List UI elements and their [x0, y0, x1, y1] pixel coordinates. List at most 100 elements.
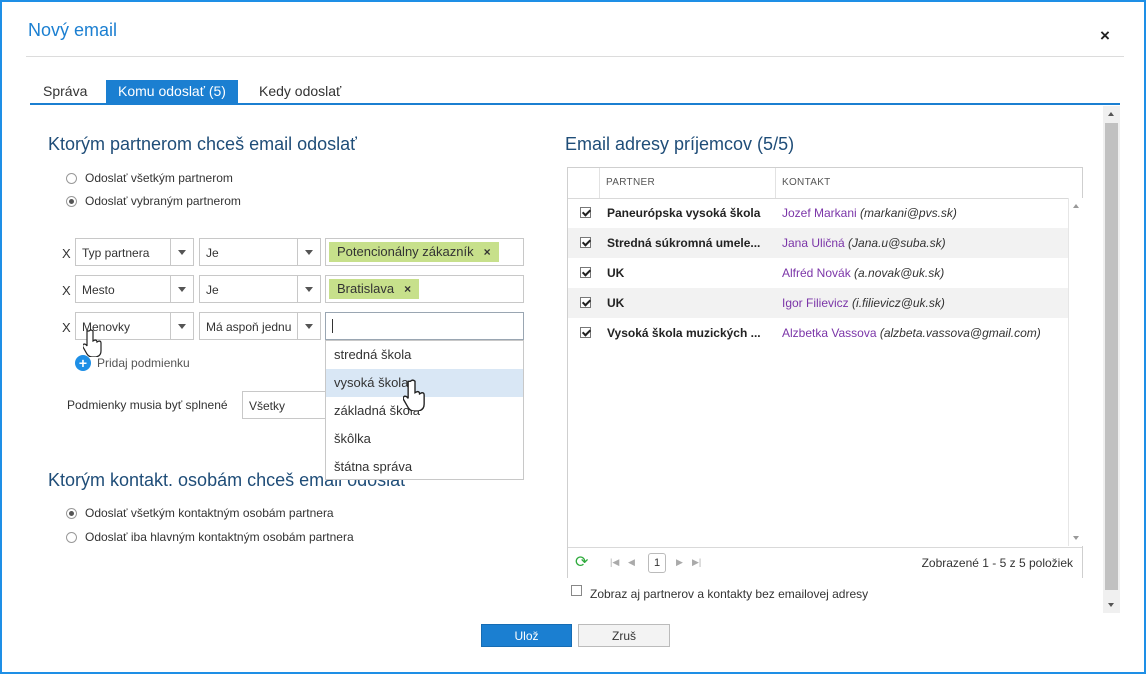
remove-condition-button[interactable]: X: [62, 246, 71, 261]
tab-bar: Správa Komu odoslať (5) Kedy odoslať: [30, 80, 1120, 105]
refresh-icon[interactable]: ⟳: [575, 555, 588, 571]
condition-field-select[interactable]: Mesto: [75, 275, 194, 303]
last-page-icon[interactable]: ▶|: [692, 557, 701, 568]
condition-field-select[interactable]: Typ partnera: [75, 238, 194, 266]
close-icon[interactable]: ×: [1100, 26, 1110, 46]
save-button[interactable]: Ulož: [481, 624, 572, 647]
row-checkbox[interactable]: [580, 297, 591, 308]
show-without-email-checkbox[interactable]: [571, 585, 582, 596]
table-row[interactable]: Vysoká škola muzických ... Alzbetka Vass…: [568, 318, 1068, 348]
radio-label: Odoslať iba hlavným kontaktným osobám pa…: [85, 530, 354, 544]
cancel-button[interactable]: Zruš: [578, 624, 670, 647]
tab-komu-odoslat[interactable]: Komu odoslať (5): [106, 80, 238, 103]
condition-values-input[interactable]: [325, 312, 524, 340]
next-page-icon[interactable]: ▶: [676, 557, 683, 568]
table-row[interactable]: UK Alfréd Novák (a.novak@uk.sk): [568, 258, 1068, 288]
radio-label: Odoslať vybraným partnerom: [85, 194, 241, 208]
tag-remove-icon[interactable]: ×: [484, 245, 491, 259]
scroll-up-icon[interactable]: [1073, 204, 1079, 208]
text-caret: [332, 319, 333, 333]
page-number[interactable]: 1: [648, 553, 666, 573]
contact-name[interactable]: Igor Filievicz: [782, 296, 849, 310]
dialog-scrollbar[interactable]: [1103, 106, 1120, 613]
row-checkbox[interactable]: [580, 327, 591, 338]
partner-name: Vysoká škola muzických ...: [607, 326, 761, 340]
contact-email: (Jana.u@suba.sk): [848, 236, 946, 250]
table-row[interactable]: Stredná súkromná umele... Jana Uličná (J…: [568, 228, 1068, 258]
contact-name[interactable]: Jozef Markani: [782, 206, 857, 220]
dropdown-option[interactable]: štátna správa: [326, 453, 523, 481]
select-value: Typ partnera: [82, 246, 150, 260]
chevron-down-icon: [170, 313, 193, 339]
select-value: Je: [206, 283, 219, 297]
chevron-down-icon: [297, 239, 320, 265]
tag-label: Potencionálny zákazník: [337, 244, 474, 259]
add-condition-label: Pridaj podmienku: [97, 356, 190, 370]
add-condition-button[interactable]: + Pridaj podmienku: [75, 355, 190, 371]
remove-condition-button[interactable]: X: [62, 283, 71, 298]
dialog-title: Nový email: [28, 20, 118, 40]
tab-sprava[interactable]: Správa: [43, 80, 87, 103]
contact-cell: Igor Filievicz (i.filievicz@uk.sk): [782, 296, 945, 310]
first-page-icon[interactable]: |◀: [610, 557, 619, 568]
hand-pointer-icon: [403, 379, 425, 411]
tag-remove-icon[interactable]: ×: [404, 282, 411, 296]
table-row[interactable]: Paneurópska vysoká škola Jozef Markani (…: [568, 198, 1068, 228]
radio-label: Odoslať všetkým partnerom: [85, 171, 233, 185]
column-header-contact[interactable]: KONTAKT: [775, 168, 1081, 198]
dropdown-option[interactable]: stredná škola: [326, 341, 523, 369]
partner-name: Stredná súkromná umele...: [607, 236, 761, 250]
grid-scrollbar[interactable]: [1068, 198, 1083, 546]
radio-dot: [66, 195, 77, 207]
table-row[interactable]: UK Igor Filievicz (i.filievicz@uk.sk): [568, 288, 1068, 318]
chevron-down-icon: [297, 313, 320, 339]
radio-dot: [66, 172, 77, 184]
condition-values-input[interactable]: Bratislava ×: [325, 275, 524, 303]
value-tag[interactable]: Potencionálny zákazník ×: [329, 242, 499, 262]
contact-name[interactable]: Alfréd Novák: [782, 266, 851, 280]
radio-dot: [66, 507, 77, 519]
scroll-up-icon[interactable]: [1108, 112, 1114, 116]
remove-condition-button[interactable]: X: [62, 320, 71, 335]
row-checkbox[interactable]: [580, 267, 591, 278]
contact-cell: Jana Uličná (Jana.u@suba.sk): [782, 236, 946, 250]
contact-name[interactable]: Alzbetka Vassova: [782, 326, 877, 340]
select-value: Má aspoň jednu: [206, 320, 292, 334]
select-value: Mesto: [82, 283, 115, 297]
radio-all-contacts[interactable]: Odoslať všetkým kontaktným osobám partne…: [66, 506, 334, 520]
dropdown-option[interactable]: škôlka: [326, 425, 523, 453]
contact-name[interactable]: Jana Uličná: [782, 236, 845, 250]
show-without-email-label: Zobraz aj partnerov a kontakty bez email…: [590, 587, 869, 601]
grid-pager: ⟳ |◀ ◀ 1 ▶ ▶| Zobrazené 1 - 5 z 5 položi…: [568, 547, 1082, 578]
radio-main-contacts[interactable]: Odoslať iba hlavným kontaktným osobám pa…: [66, 530, 354, 544]
contact-cell: Alfréd Novák (a.novak@uk.sk): [782, 266, 944, 280]
contact-email: (i.filievicz@uk.sk): [852, 296, 945, 310]
plus-circle-icon: +: [75, 355, 91, 371]
prev-page-icon[interactable]: ◀: [628, 557, 635, 568]
scroll-down-icon[interactable]: [1108, 603, 1114, 607]
row-checkbox[interactable]: [580, 207, 591, 218]
tab-kedy-odoslat[interactable]: Kedy odoslať: [259, 80, 341, 103]
partners-heading: Ktorým partnerom chceš email odoslať: [48, 134, 357, 154]
condition-operator-select[interactable]: Má aspoň jednu: [199, 312, 321, 340]
scrollbar-thumb[interactable]: [1105, 123, 1118, 590]
contact-cell: Alzbetka Vassova (alzbeta.vassova@gmail.…: [782, 326, 1041, 340]
condition-operator-select[interactable]: Je: [199, 238, 321, 266]
recipients-grid: PARTNER KONTAKT Paneurópska vysoká škola…: [567, 167, 1083, 578]
pager-info: Zobrazené 1 - 5 z 5 položiek: [921, 556, 1073, 570]
grid-header: PARTNER KONTAKT: [568, 168, 1082, 199]
partner-name: Paneurópska vysoká škola: [607, 206, 761, 220]
radio-all-partners[interactable]: Odoslať všetkým partnerom: [66, 171, 233, 185]
contact-email: (markani@pvs.sk): [860, 206, 957, 220]
condition-operator-select[interactable]: Je: [199, 275, 321, 303]
scroll-down-icon[interactable]: [1073, 536, 1079, 540]
radio-selected-partners[interactable]: Odoslať vybraným partnerom: [66, 194, 241, 208]
row-checkbox[interactable]: [580, 237, 591, 248]
contact-cell: Jozef Markani (markani@pvs.sk): [782, 206, 957, 220]
condition-values-input[interactable]: Potencionálny zákazník ×: [325, 238, 524, 266]
title-divider: [26, 56, 1124, 57]
chevron-down-icon: [170, 276, 193, 302]
value-tag[interactable]: Bratislava ×: [329, 279, 420, 299]
tag-label: Bratislava: [337, 281, 395, 296]
column-header-partner[interactable]: PARTNER: [599, 168, 775, 198]
